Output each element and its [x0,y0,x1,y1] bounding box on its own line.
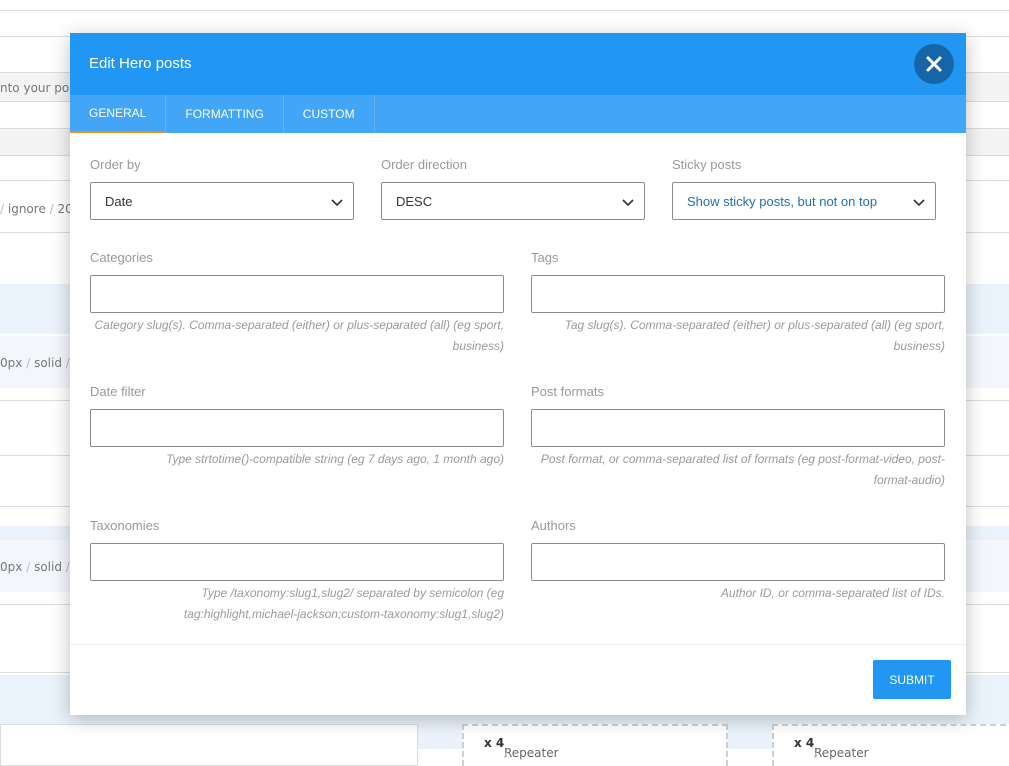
edit-modal: Edit Hero posts GENERAL FORMATTING CUSTO… [70,33,966,715]
tags-label: Tags [531,250,559,265]
repeater-label: Repeater / x 4 [484,736,559,760]
submit-button[interactable]: SUBMIT [873,660,951,699]
order-by-value: Date [105,194,133,209]
chevron-down-icon [913,199,925,207]
tab-formatting[interactable]: FORMATTING [166,95,284,133]
tab-general[interactable]: GENERAL [70,95,167,133]
background-card [0,724,418,766]
background-field-text: nto your pos [0,81,76,95]
divider [0,10,1009,11]
sticky-posts-value: Show sticky posts, but not on top [687,194,878,209]
categories-field: Categories Category slug(s). Comma-separ… [90,250,504,357]
tags-field: Tags Tag slug(s). Comma-separated (eithe… [531,250,945,357]
border-style: solid [34,560,62,574]
border-width: 0px [0,356,23,370]
modal-title: Edit Hero posts [89,55,192,72]
border-settings-text: 0px / solid / [0,356,70,370]
close-icon [926,56,942,72]
authors-field: Authors Author ID, or comma-separated li… [531,518,945,604]
modal-footer: SUBMIT [70,644,966,715]
repeater-block[interactable]: Repeater / x 4 [462,724,728,766]
order-direction-value: DESC [396,194,433,209]
categories-input[interactable] [90,275,504,313]
authors-label: Authors [531,518,576,533]
post-formats-input[interactable] [531,409,945,447]
sticky-posts-field: Sticky posts Show sticky posts, but not … [672,157,936,220]
post-formats-label: Post formats [531,384,604,399]
modal-body: Order by Date Order direction DESC Stick… [70,133,966,645]
breadcrumb-item: ignore [7,202,46,216]
date-filter-hint: Type strtotime()-compatible string (eg 7… [166,452,504,466]
order-direction-label: Order direction [381,157,467,172]
order-by-field: Order by Date [90,157,354,220]
background-breadcrumb: / ignore / 20 [0,202,73,216]
order-by-label: Order by [90,157,141,172]
order-by-select[interactable]: Date [90,182,354,220]
date-filter-input[interactable] [90,409,504,447]
order-direction-select[interactable]: DESC [381,182,645,220]
authors-hint: Author ID, or comma-separated list of ID… [720,586,945,600]
chevron-down-icon [622,199,634,207]
taxonomies-hint: Type /taxonomy:slug1,slug2/ separated by… [183,586,504,621]
order-direction-field: Order direction DESC [381,157,645,220]
repeater-label: Repeater / x 4 [794,736,869,760]
tab-custom[interactable]: CUSTOM [284,95,375,133]
date-filter-label: Date filter [90,384,146,399]
taxonomies-field: Taxonomies Type /taxonomy:slug1,slug2/ s… [90,518,504,625]
taxonomies-label: Taxonomies [90,518,160,533]
modal-tabs: GENERAL FORMATTING CUSTOM [70,95,966,133]
categories-hint: Category slug(s). Comma-separated (eithe… [94,318,505,353]
sticky-posts-select[interactable]: Show sticky posts, but not on top [672,182,936,220]
taxonomies-input[interactable] [90,543,504,581]
sticky-posts-label: Sticky posts [672,157,742,172]
border-style: solid [34,356,62,370]
tags-hint: Tag slug(s). Comma-separated (either) or… [564,318,945,353]
border-settings-text: 0px / solid / [0,560,70,574]
authors-input[interactable] [531,543,945,581]
close-button[interactable] [914,44,954,84]
tags-input[interactable] [531,275,945,313]
repeater-block[interactable]: Repeater / x 4 [772,724,1009,766]
post-formats-hint: Post format, or comma-separated list of … [540,452,945,487]
chevron-down-icon [331,199,343,207]
categories-label: Categories [90,250,153,265]
date-filter-field: Date filter Type strtotime()-compatible … [90,384,504,470]
border-width: 0px [0,560,23,574]
post-formats-field: Post formats Post format, or comma-separ… [531,384,945,491]
modal-header: Edit Hero posts [70,33,966,95]
